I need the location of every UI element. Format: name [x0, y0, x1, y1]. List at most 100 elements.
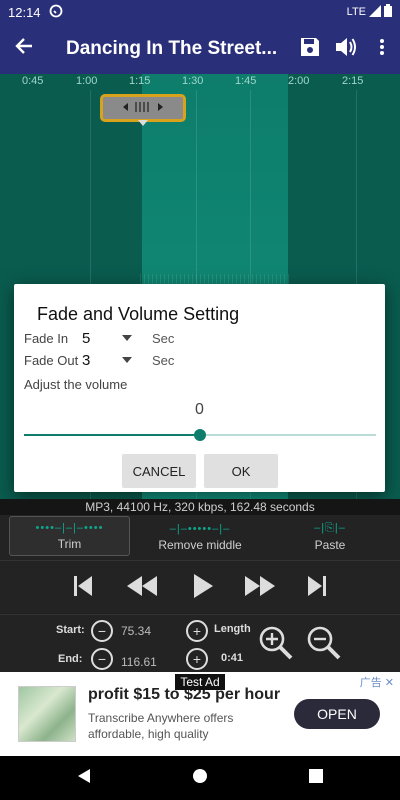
timeline-tick: 2:00 — [288, 75, 310, 87]
ad-open-button[interactable]: OPEN — [294, 699, 380, 729]
fast-forward-icon — [243, 575, 277, 602]
start-marker-handle[interactable] — [100, 94, 186, 122]
timeline-ruler: 0:45 1:00 1:15 1:30 1:45 2:00 2:15 — [0, 74, 400, 90]
sync-icon — [49, 4, 63, 21]
zoom-out-icon — [306, 626, 342, 664]
transport-controls — [0, 560, 400, 613]
fade-in-label: Fade In — [24, 330, 69, 346]
status-time: 12:14 — [8, 4, 41, 20]
edit-mode-bar: ••••–|–|–•••• Trim –|–•••••–|– Remove mi… — [0, 515, 400, 560]
plus-icon: + — [192, 651, 202, 667]
ad-description: Transcribe Anywhere offers affordable, h… — [88, 711, 234, 741]
end-increase-button[interactable]: + — [186, 648, 208, 670]
back-button[interactable] — [0, 24, 48, 74]
timeline-tick: 1:30 — [182, 75, 204, 87]
cancel-button[interactable]: CANCEL — [122, 454, 196, 488]
start-increase-button[interactable]: + — [186, 620, 208, 642]
nav-recents-icon — [309, 768, 323, 788]
volume-slider[interactable] — [24, 429, 376, 441]
paste-mode-button[interactable]: –|⎘|– Paste — [280, 516, 380, 556]
remove-middle-icon: –|–•••••–|– — [169, 523, 231, 535]
fade-in-unit: Sec — [152, 330, 175, 346]
fast-forward-button[interactable] — [240, 573, 280, 603]
fade-in-dropdown-icon[interactable] — [122, 335, 132, 341]
more-options-button[interactable] — [364, 24, 400, 74]
length-label: Length — [214, 623, 251, 635]
back-arrow-icon — [14, 35, 34, 63]
zoom-out-button[interactable] — [306, 625, 342, 661]
fade-out-label: Fade Out — [24, 352, 79, 368]
timeline-tick: 1:45 — [235, 75, 257, 87]
start-decrease-button[interactable]: − — [91, 620, 113, 642]
end-decrease-button[interactable]: − — [91, 648, 113, 670]
plus-icon: + — [192, 623, 202, 639]
ad-badge-text: 广告 — [359, 677, 382, 689]
skip-end-icon — [305, 575, 329, 602]
volume-button[interactable] — [328, 24, 364, 74]
ad-badge[interactable]: 广告 ✕ — [360, 674, 394, 690]
minus-icon: − — [97, 651, 107, 667]
save-button[interactable] — [292, 24, 328, 74]
timeline-tick: 1:00 — [76, 75, 98, 87]
skip-start-icon — [71, 575, 95, 602]
save-icon — [299, 36, 321, 63]
ok-button[interactable]: OK — [204, 454, 278, 488]
nav-back-button[interactable] — [74, 768, 94, 788]
nav-back-icon — [77, 768, 91, 789]
paste-label: Paste — [314, 538, 346, 552]
nav-home-icon — [192, 768, 208, 789]
signal-icon — [369, 4, 381, 20]
fade-in-row: Fade In 5 Sec — [24, 327, 174, 349]
volume-slider-fill — [24, 434, 200, 436]
fade-in-select[interactable]: 5 — [82, 330, 120, 347]
drag-arrows-icon — [118, 100, 168, 117]
fade-out-row: Fade Out 3 Sec — [24, 349, 174, 371]
dialog-title: Fade and Volume Setting — [37, 304, 240, 324]
trim-label: Trim — [57, 537, 82, 551]
file-info: MP3, 44100 Hz, 320 kbps, 162.48 seconds — [0, 499, 400, 515]
timeline-tick: 1:15 — [129, 75, 151, 87]
skip-to-start-button[interactable] — [66, 573, 100, 603]
close-icon[interactable]: ✕ — [385, 677, 394, 689]
start-label: Start: — [56, 624, 85, 636]
minus-icon: − — [97, 623, 107, 639]
fade-volume-dialog: Fade and Volume Setting Fade In 5 Sec Fa… — [14, 284, 385, 492]
page-title: Dancing In The Street... — [66, 38, 278, 59]
screen: 12:14 LTE Dancing In The Street... 0:45 … — [0, 0, 400, 800]
test-ad-label: Test Ad — [175, 674, 225, 690]
rewind-icon — [125, 575, 159, 602]
end-label: End: — [58, 653, 83, 665]
battery-icon — [384, 4, 392, 20]
network-label: LTE — [346, 6, 366, 18]
paste-icon: –|⎘|– — [314, 522, 346, 534]
trim-mode-button[interactable]: ••••–|–|–•••• Trim — [9, 516, 130, 556]
system-nav-bar — [0, 756, 400, 800]
play-icon — [192, 573, 214, 604]
fade-out-select[interactable]: 3 — [82, 352, 120, 369]
zoom-in-icon — [258, 626, 294, 664]
start-marker-pointer — [138, 120, 148, 126]
skip-to-end-button[interactable] — [300, 573, 334, 603]
length-value: 0:41 — [221, 652, 244, 664]
fade-out-dropdown-icon[interactable] — [122, 357, 132, 363]
start-value[interactable]: 75.34 — [121, 624, 151, 638]
selection-times: Start: − 75.34 + Length End: − 116.61 + … — [0, 614, 400, 672]
status-bar: 12:14 LTE — [0, 0, 400, 24]
end-value[interactable]: 116.61 — [121, 655, 157, 669]
volume-value: 0 — [195, 401, 204, 418]
remove-middle-mode-button[interactable]: –|–•••••–|– Remove middle — [140, 516, 260, 556]
nav-recents-button[interactable] — [306, 768, 326, 788]
volume-icon — [334, 36, 358, 63]
timeline-tick: 2:15 — [342, 75, 364, 87]
remove-middle-label: Remove middle — [158, 538, 242, 552]
zoom-in-button[interactable] — [258, 625, 294, 661]
nav-home-button[interactable] — [190, 768, 210, 788]
trim-icon: ••••–|–|–•••• — [35, 522, 104, 534]
adjust-volume-label: Adjust the volume — [24, 377, 128, 392]
volume-slider-thumb[interactable] — [194, 429, 206, 441]
rewind-button[interactable] — [122, 573, 162, 603]
play-button[interactable] — [186, 573, 220, 603]
ad-thumbnail — [18, 686, 76, 742]
app-bar: Dancing In The Street... — [0, 24, 400, 74]
more-vert-icon — [379, 38, 385, 61]
